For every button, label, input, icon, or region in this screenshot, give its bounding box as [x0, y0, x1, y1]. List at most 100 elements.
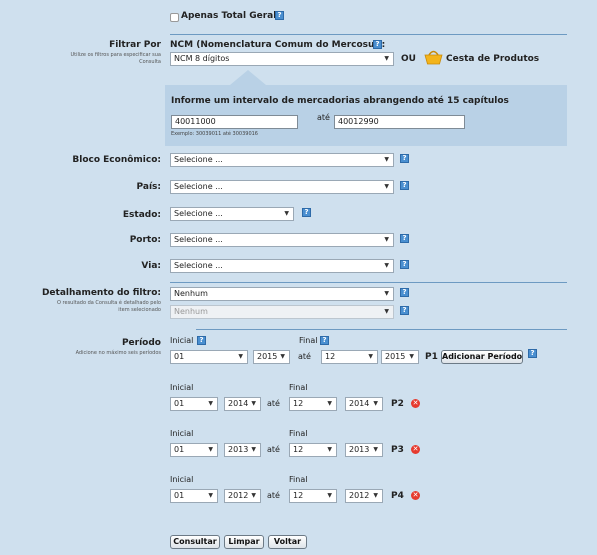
- detalhamento-help-text-1: O resultado da Consulta é detalhado pelo: [57, 300, 161, 306]
- interval-example-text: Exemplo: 30039011 até 30039016: [171, 131, 258, 137]
- chevron-down-icon: ▼: [208, 446, 213, 453]
- help-icon[interactable]: ?: [302, 208, 311, 217]
- estado-value: Selecione ...: [174, 209, 223, 218]
- p4-ate-label: até: [267, 491, 280, 500]
- pais-select[interactable]: Selecione ... ▼: [170, 180, 394, 194]
- chevron-down-icon: ▼: [208, 492, 213, 499]
- interval-heading: Informe um intervalo de mercadorias abra…: [171, 96, 509, 106]
- porto-select[interactable]: Selecione ... ▼: [170, 233, 394, 247]
- interval-panel-notch: [230, 70, 266, 85]
- help-icon[interactable]: ?: [275, 11, 284, 20]
- cesta-de-produtos-link[interactable]: Cesta de Produtos: [446, 54, 539, 64]
- help-icon[interactable]: ?: [400, 154, 409, 163]
- p3-end-year-select[interactable]: 2013 ▼: [345, 443, 383, 457]
- limpar-button[interactable]: Limpar: [224, 535, 264, 549]
- p2-ate-label: até: [267, 399, 280, 408]
- p4-end-year-select[interactable]: 2012 ▼: [345, 489, 383, 503]
- remove-icon[interactable]: ✕: [411, 399, 420, 408]
- bloco-economico-value: Selecione ...: [174, 155, 223, 164]
- p1-end-year: 2015: [385, 352, 406, 361]
- p3-start-year-select[interactable]: 2013 ▼: [224, 443, 261, 457]
- p2-end-month: 12: [293, 399, 304, 408]
- help-icon[interactable]: ?: [197, 336, 206, 345]
- p4-start-year-select[interactable]: 2012 ▼: [224, 489, 261, 503]
- p2-start-month-select[interactable]: 01 ▼: [170, 397, 218, 411]
- divider: [196, 329, 567, 330]
- chevron-down-icon: ▼: [373, 446, 378, 453]
- help-icon[interactable]: ?: [373, 40, 382, 49]
- p1-end-month-select[interactable]: 12 ▼: [321, 350, 378, 364]
- p4-tag: P4: [391, 491, 404, 501]
- remove-icon[interactable]: ✕: [411, 491, 420, 500]
- p1-end-month: 12: [325, 352, 336, 361]
- chevron-down-icon: ▼: [384, 55, 389, 62]
- help-icon[interactable]: ?: [400, 260, 409, 269]
- final-label: Final: [289, 475, 308, 484]
- p1-start-year-select[interactable]: 2015 ▼: [253, 350, 290, 364]
- chevron-down-icon: ▼: [373, 492, 378, 499]
- help-icon[interactable]: ?: [528, 349, 537, 358]
- adicionar-periodo-button[interactable]: Adicionar Período: [441, 350, 523, 364]
- divider: [170, 282, 567, 283]
- p2-start-year-select[interactable]: 2014 ▼: [224, 397, 261, 411]
- p3-end-year: 2013: [349, 445, 370, 454]
- pais-label: País:: [136, 182, 161, 192]
- p3-start-month-select[interactable]: 01 ▼: [170, 443, 218, 457]
- divider: [170, 34, 567, 35]
- chevron-down-icon: ▼: [251, 400, 256, 407]
- detalhamento-value-2: Nenhum: [174, 307, 208, 316]
- chevron-down-icon: ▼: [327, 446, 332, 453]
- p3-end-month-select[interactable]: 12 ▼: [289, 443, 337, 457]
- voltar-button[interactable]: Voltar: [268, 535, 307, 549]
- consultar-button[interactable]: Consultar: [170, 535, 220, 549]
- filtrar-por-help-text-2: Consulta: [139, 59, 161, 65]
- p2-end-year: 2014: [349, 399, 370, 408]
- apenas-total-geral-checkbox[interactable]: [170, 13, 179, 22]
- periodo-label: Período: [121, 338, 161, 348]
- help-icon[interactable]: ?: [400, 306, 409, 315]
- porto-value: Selecione ...: [174, 235, 223, 244]
- p2-end-year-select[interactable]: 2014 ▼: [345, 397, 383, 411]
- via-select[interactable]: Selecione ... ▼: [170, 259, 394, 273]
- help-icon[interactable]: ?: [320, 336, 329, 345]
- help-icon[interactable]: ?: [400, 181, 409, 190]
- p4-end-month: 12: [293, 491, 304, 500]
- chevron-down-icon: ▼: [373, 400, 378, 407]
- estado-select[interactable]: Selecione ... ▼: [170, 207, 294, 221]
- p2-start-month: 01: [174, 399, 185, 408]
- pais-value: Selecione ...: [174, 182, 223, 191]
- p1-ate-label: até: [298, 352, 311, 361]
- apenas-total-geral-label: Apenas Total Geral: [181, 11, 277, 21]
- detalhamento-help-text-2: item selecionado: [118, 307, 161, 313]
- help-icon[interactable]: ?: [400, 234, 409, 243]
- ncm-select[interactable]: NCM 8 dígitos ▼: [170, 52, 394, 66]
- filtrar-por-help-text-1: Utilize os filtros para especificar sua: [70, 52, 162, 58]
- p4-end-year: 2012: [349, 491, 370, 500]
- remove-icon[interactable]: ✕: [411, 445, 420, 454]
- p1-start-month-select[interactable]: 01 ▼: [170, 350, 248, 364]
- filtrar-por-label: Filtrar Por: [109, 40, 161, 50]
- ncm-select-value: NCM 8 dígitos: [174, 54, 230, 63]
- help-icon[interactable]: ?: [400, 288, 409, 297]
- via-label: Via:: [141, 261, 161, 271]
- chevron-down-icon: ▼: [409, 353, 414, 360]
- chevron-down-icon: ▼: [251, 446, 256, 453]
- basket-icon[interactable]: [424, 48, 443, 65]
- bloco-economico-select[interactable]: Selecione ... ▼: [170, 153, 394, 167]
- detalhamento-select[interactable]: Nenhum ▼: [170, 287, 394, 301]
- p3-ate-label: até: [267, 445, 280, 454]
- inicial-label: Inicial: [170, 475, 194, 484]
- bloco-economico-label: Bloco Econômico:: [72, 155, 161, 165]
- p4-start-month: 01: [174, 491, 185, 500]
- p1-end-year-select[interactable]: 2015 ▼: [381, 350, 419, 364]
- final-label: Final: [299, 336, 318, 345]
- chevron-down-icon: ▼: [280, 353, 285, 360]
- p4-end-month-select[interactable]: 12 ▼: [289, 489, 337, 503]
- inicial-label: Inicial: [170, 383, 194, 392]
- p4-start-month-select[interactable]: 01 ▼: [170, 489, 218, 503]
- final-label: Final: [289, 429, 308, 438]
- ncm-from-input[interactable]: 40011000: [171, 115, 298, 129]
- p2-end-month-select[interactable]: 12 ▼: [289, 397, 337, 411]
- chevron-down-icon: ▼: [208, 400, 213, 407]
- ncm-to-input[interactable]: 40012990: [334, 115, 465, 129]
